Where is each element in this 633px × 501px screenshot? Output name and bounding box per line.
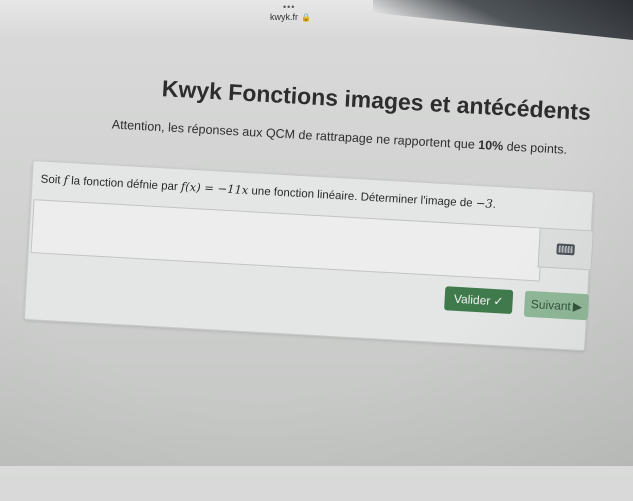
page-title: Kwyk Fonctions images et antécédents <box>161 75 592 126</box>
check-icon: ✓ <box>492 293 504 309</box>
answer-input[interactable] <box>30 199 543 282</box>
lock-icon: 🔒 <box>301 12 311 22</box>
notice-prefix: Attention, les réponses aux QCM de rattr… <box>111 117 479 152</box>
notice-percent: 10% <box>477 137 504 154</box>
rattrapage-notice: Attention, les réponses aux QCM de rattr… <box>112 117 568 156</box>
question-part: Soit <box>40 173 65 187</box>
exercise-page: Kwyk Fonctions images et antécédents Att… <box>0 30 632 501</box>
tab-dots[interactable]: ••• <box>283 2 295 12</box>
suivant-button[interactable]: Suivant ▶ <box>523 290 590 321</box>
address-bar[interactable]: kwyk.fr 🔒 <box>270 12 311 22</box>
function-formula: f(x) = −11x <box>180 179 249 198</box>
question-part: . <box>492 198 497 211</box>
question-part: une fonction linéaire. Déterminer l'imag… <box>247 185 477 210</box>
valider-label: Valider <box>453 291 491 308</box>
keyboard-icon <box>556 242 575 255</box>
url-text: kwyk.fr <box>270 12 298 22</box>
math-keyboard-button[interactable] <box>537 227 594 271</box>
question-part: la fonction défnie par <box>67 175 182 194</box>
notice-suffix: des points. <box>502 139 568 157</box>
input-value: −3 <box>475 195 494 211</box>
valider-button[interactable]: Valider ✓ <box>444 286 514 315</box>
question-card: Soit f la fonction défnie par f(x) = −11… <box>23 160 594 352</box>
play-icon: ▶ <box>572 299 583 314</box>
suivant-label: Suivant <box>530 297 572 314</box>
